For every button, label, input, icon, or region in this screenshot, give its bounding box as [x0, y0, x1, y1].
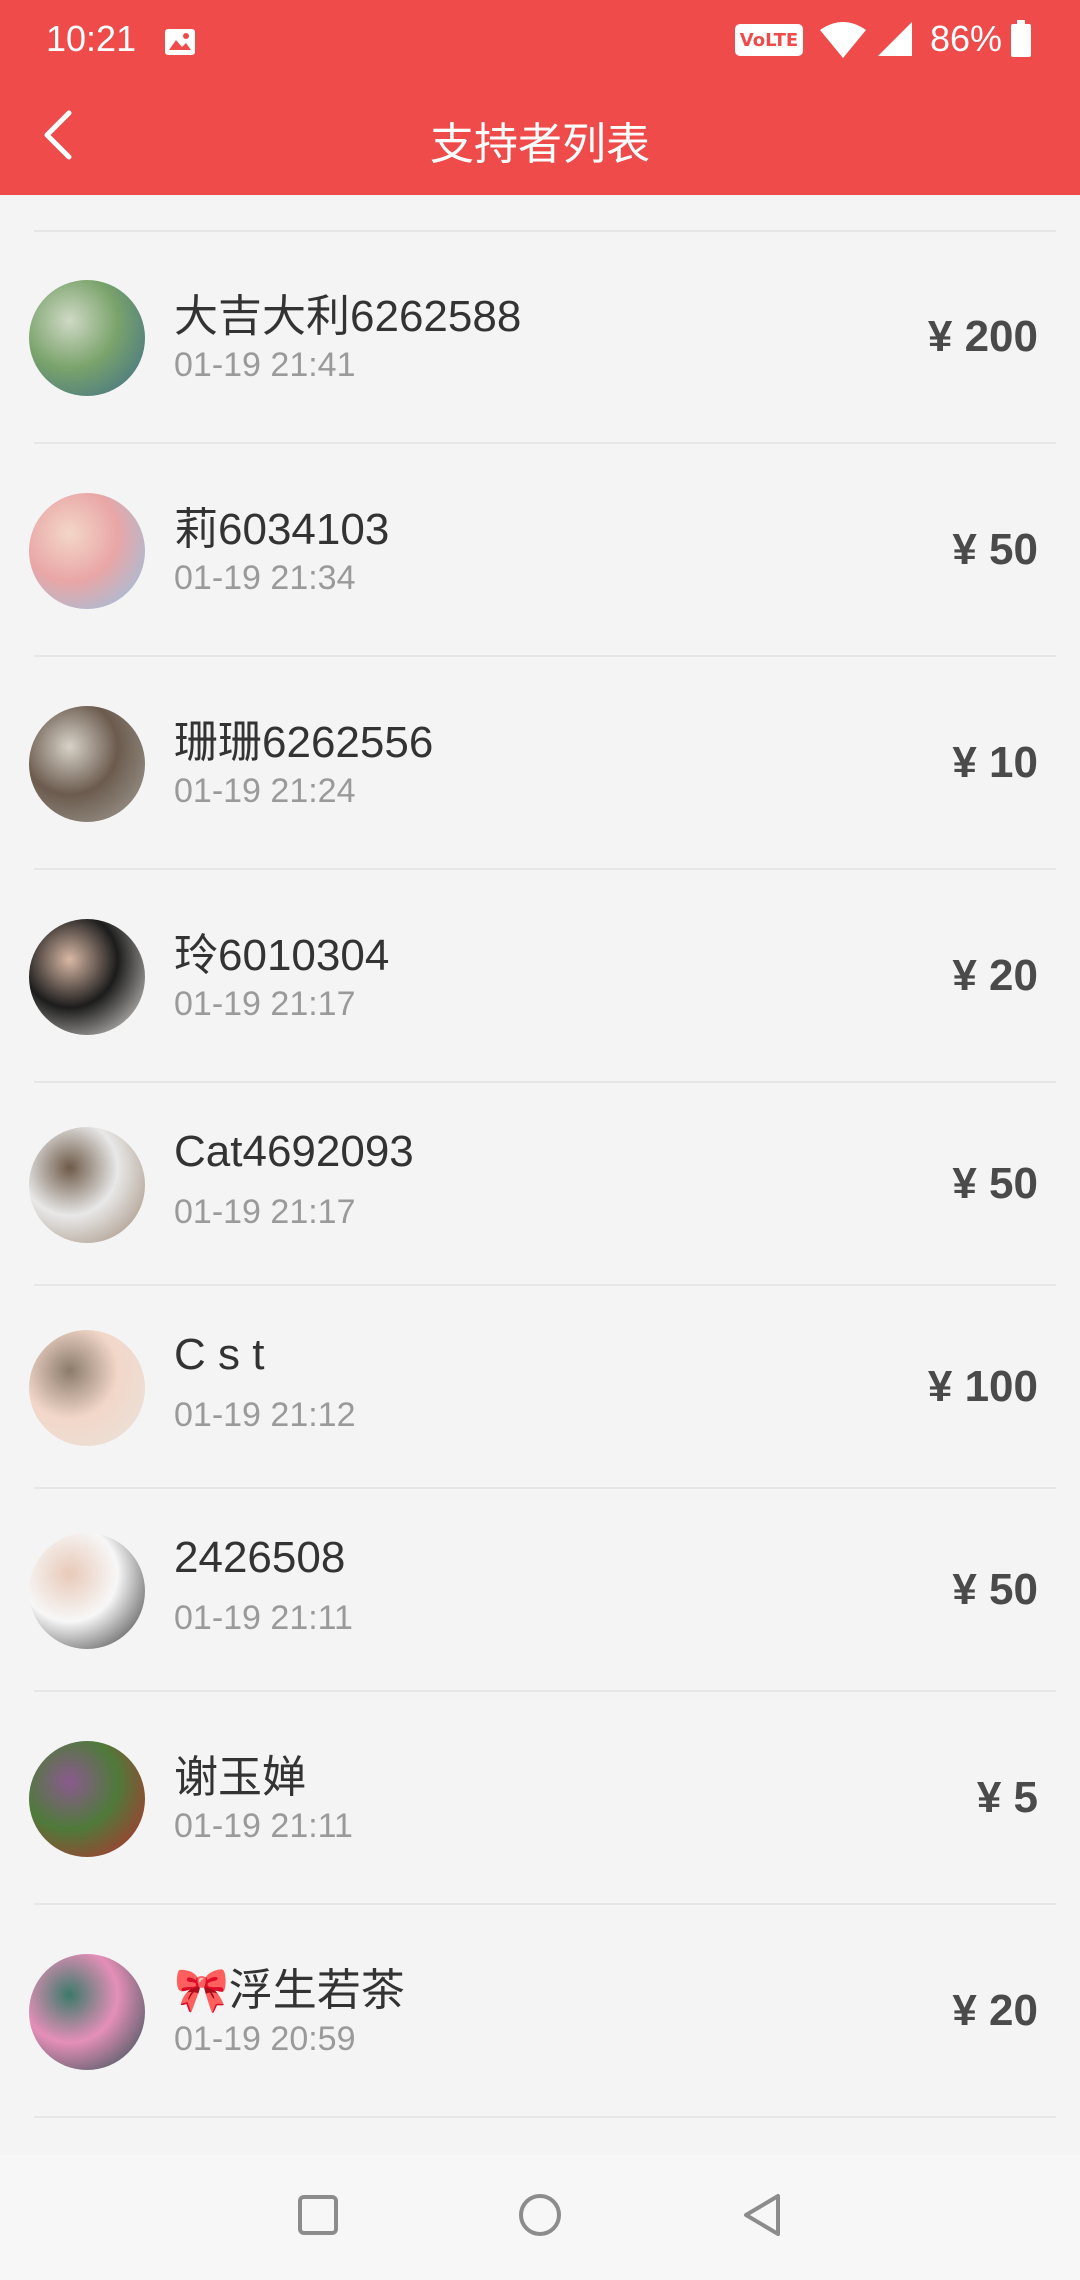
- support-time: 01-19 21:24: [174, 771, 356, 810]
- supporter-row[interactable]: 玲6010304 01-19 21:17 ¥ 20: [0, 870, 1080, 1083]
- avatar[interactable]: [29, 279, 145, 396]
- supporter-name: 2426508: [174, 1532, 346, 1582]
- supporter-name: 莉6034103: [174, 504, 390, 554]
- supporter-name: 谢玉婵: [174, 1752, 306, 1802]
- support-time: 01-19 21:11: [174, 1806, 353, 1845]
- supporter-row[interactable]: 莉6034103 01-19 21:34 ¥ 50: [0, 444, 1080, 657]
- support-amount: ¥ 5: [976, 1772, 1038, 1822]
- supporter-name: C s t: [174, 1329, 265, 1379]
- supporter-row[interactable]: 2426508 01-19 21:11 ¥ 50: [0, 1489, 1080, 1692]
- battery-icon: [1010, 20, 1032, 58]
- wifi-icon: [818, 20, 868, 60]
- avatar[interactable]: [29, 1740, 145, 1857]
- support-amount: ¥ 50: [952, 1564, 1038, 1614]
- volte-icon: VoLTE: [735, 24, 803, 56]
- home-button[interactable]: [510, 2187, 570, 2247]
- image-icon: [164, 24, 196, 55]
- supporter-row[interactable]: 大吉大利6262588 01-19 21:41 ¥ 200: [0, 231, 1080, 444]
- supporter-name: Cat4692093: [174, 1126, 414, 1176]
- square-icon: [296, 2193, 340, 2241]
- circle-icon: [517, 2192, 563, 2242]
- page-title: 支持者列表: [430, 120, 650, 169]
- support-amount: ¥ 100: [927, 1361, 1038, 1411]
- status-bar: 10:21 VoLTE 86%: [0, 0, 1080, 80]
- support-amount: ¥ 10: [952, 737, 1038, 787]
- support-time: 01-19 21:11: [174, 1598, 353, 1637]
- system-back-button[interactable]: [732, 2187, 792, 2247]
- support-time: 01-19 21:34: [174, 558, 356, 597]
- supporter-name: 玲6010304: [174, 930, 390, 980]
- avatar[interactable]: [29, 1329, 145, 1446]
- support-time: 01-19 21:17: [174, 1192, 356, 1231]
- supporter-row[interactable]: 珊珊6262556 01-19 21:24 ¥ 10: [0, 657, 1080, 870]
- top-bar: 10:21 VoLTE 86% 支持者列表: [0, 0, 1080, 195]
- supporter-name: 大吉大利6262588: [174, 291, 522, 341]
- support-amount: ¥ 50: [952, 524, 1038, 574]
- supporter-list[interactable]: 大吉大利6262588 01-19 21:41 ¥ 200 莉6034103 01-19…: [0, 195, 1080, 2155]
- navigation-bar: [0, 2155, 1080, 2280]
- support-time: 01-19 20:59: [174, 2019, 356, 2058]
- supporter-row[interactable]: 🎀浮生若茶 01-19 20:59 ¥ 20: [0, 1905, 1080, 2118]
- divider: [34, 2116, 1056, 2118]
- support-time: 01-19 21:41: [174, 345, 356, 384]
- supporter-name: 🎀浮生若茶: [174, 1965, 405, 2015]
- support-time: 01-19 21:12: [174, 1395, 356, 1434]
- support-amount: ¥ 20: [952, 950, 1038, 1000]
- avatar[interactable]: [29, 1953, 145, 2070]
- supporter-name: 珊珊6262556: [174, 717, 434, 767]
- avatar[interactable]: [29, 705, 145, 822]
- avatar[interactable]: [29, 1126, 145, 1243]
- support-amount: ¥ 20: [952, 1985, 1038, 2035]
- triangle-back-icon: [740, 2192, 784, 2242]
- signal-icon: [876, 20, 914, 58]
- avatar[interactable]: [29, 492, 145, 609]
- supporter-row[interactable]: 谢玉婵 01-19 21:11 ¥ 5: [0, 1692, 1080, 1905]
- support-amount: ¥ 200: [927, 311, 1038, 361]
- status-time: 10:21: [46, 18, 137, 59]
- recents-button[interactable]: [288, 2187, 348, 2247]
- avatar[interactable]: [29, 918, 145, 1035]
- support-time: 01-19 21:17: [174, 984, 356, 1023]
- avatar[interactable]: [29, 1532, 145, 1649]
- header: 支持者列表: [0, 80, 1080, 195]
- app-root: 10:21 VoLTE 86% 支持者列表 大吉大利6262588 01-19 …: [0, 0, 1080, 2280]
- supporter-row[interactable]: Cat4692093 01-19 21:17 ¥ 50: [0, 1083, 1080, 1286]
- support-amount: ¥ 50: [952, 1158, 1038, 1208]
- supporter-row[interactable]: C s t 01-19 21:12 ¥ 100: [0, 1286, 1080, 1489]
- battery-percent: 86%: [930, 18, 1003, 59]
